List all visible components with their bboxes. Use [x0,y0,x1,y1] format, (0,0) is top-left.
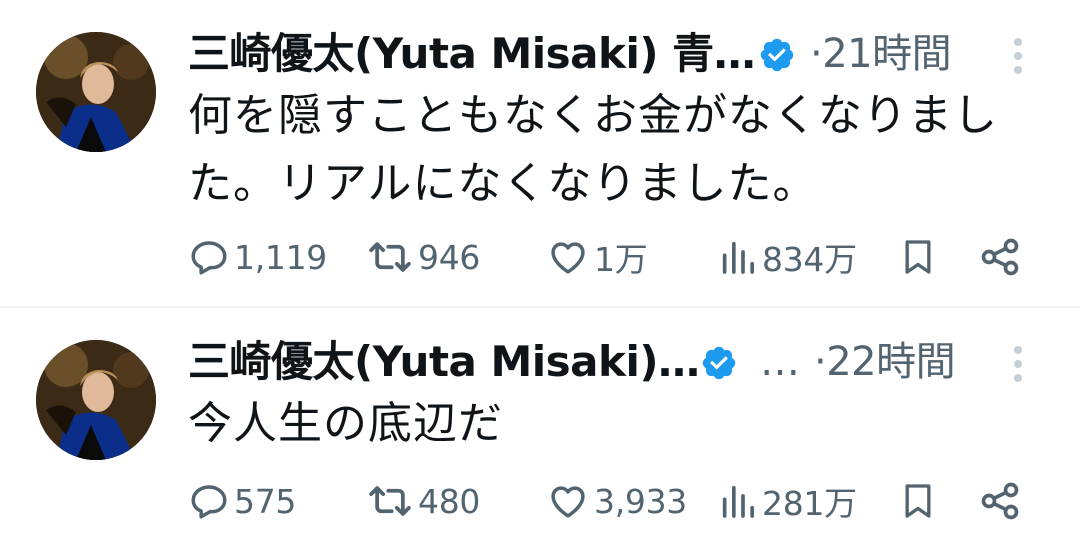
tweet-text: 何を隠すこともなくお金がなくなりまし た。リアルになくなりました。 [188,82,1018,218]
tweet[interactable]: 三崎優太(Yuta Misaki)… … ·22時間 今人生の底辺だ 575 4… [0,308,1080,554]
views-icon [722,485,754,518]
more-icon[interactable] [1010,344,1026,384]
action-bar: 575 480 3,933 281万 [188,476,1038,526]
author-name[interactable]: 三崎優太(Yuta Misaki) 青… [188,24,756,84]
share-button[interactable] [978,232,1022,282]
views-button[interactable]: 281万 [718,476,857,526]
verified-badge-icon [702,346,736,380]
more-icon[interactable] [1010,36,1026,76]
bookmark-icon [905,240,931,274]
bookmark-button[interactable] [898,476,938,526]
action-bar: 1,119 946 1万 834万 [188,232,1038,282]
view-count: 281万 [762,484,857,523]
tweet-text-line: 何を隠すこともなくお金がなくなりまし [188,90,998,141]
reply-count: 1,119 [234,237,327,277]
bookmark-icon [905,484,931,518]
views-icon [722,241,754,274]
avatar[interactable] [36,32,156,152]
reply-count: 575 [234,481,297,521]
author-name[interactable]: 三崎優太(Yuta Misaki)… [188,332,700,392]
reply-button[interactable]: 575 [188,476,296,526]
verified-badge-icon [760,38,794,72]
bookmark-button[interactable] [898,232,938,282]
reply-button[interactable]: 1,119 [188,232,327,282]
retweet-icon [369,486,411,516]
tweet-text-line: 今人生の底辺だ [188,398,503,449]
handle-ellipsis: … [760,339,800,385]
like-button[interactable]: 3,933 [546,476,687,526]
retweet-button[interactable]: 480 [366,476,480,526]
reply-icon [191,485,227,519]
tweet[interactable]: 三崎優太(Yuta Misaki) 青… ·21時間 何を隠すこともなくお金がな… [0,0,1080,306]
share-icon [981,482,1019,520]
retweet-icon [369,242,411,272]
view-count: 834万 [762,240,857,279]
tweet-text: 今人生の底辺だ [188,390,1018,458]
tweet-header: 三崎優太(Yuta Misaki) 青… ·21時間 [188,22,1048,88]
like-icon [551,242,585,274]
timestamp[interactable]: ·21時間 [810,24,952,84]
like-count: 3,933 [594,481,687,521]
tweet-header: 三崎優太(Yuta Misaki)… … ·22時間 [188,330,1048,396]
timestamp[interactable]: ·22時間 [814,332,956,392]
like-icon [551,486,585,518]
retweet-count: 480 [418,481,481,521]
share-button[interactable] [978,476,1022,526]
share-icon [981,238,1019,276]
like-button[interactable]: 1万 [546,232,648,282]
retweet-button[interactable]: 946 [366,232,480,282]
like-count: 1万 [594,240,648,279]
retweet-count: 946 [418,237,481,277]
tweet-feed: 三崎優太(Yuta Misaki) 青… ·21時間 何を隠すこともなくお金がな… [0,0,1080,554]
avatar[interactable] [36,340,156,460]
reply-icon [191,241,227,275]
views-button[interactable]: 834万 [718,232,857,282]
tweet-text-line: た。リアルになくなりました。 [188,158,818,209]
